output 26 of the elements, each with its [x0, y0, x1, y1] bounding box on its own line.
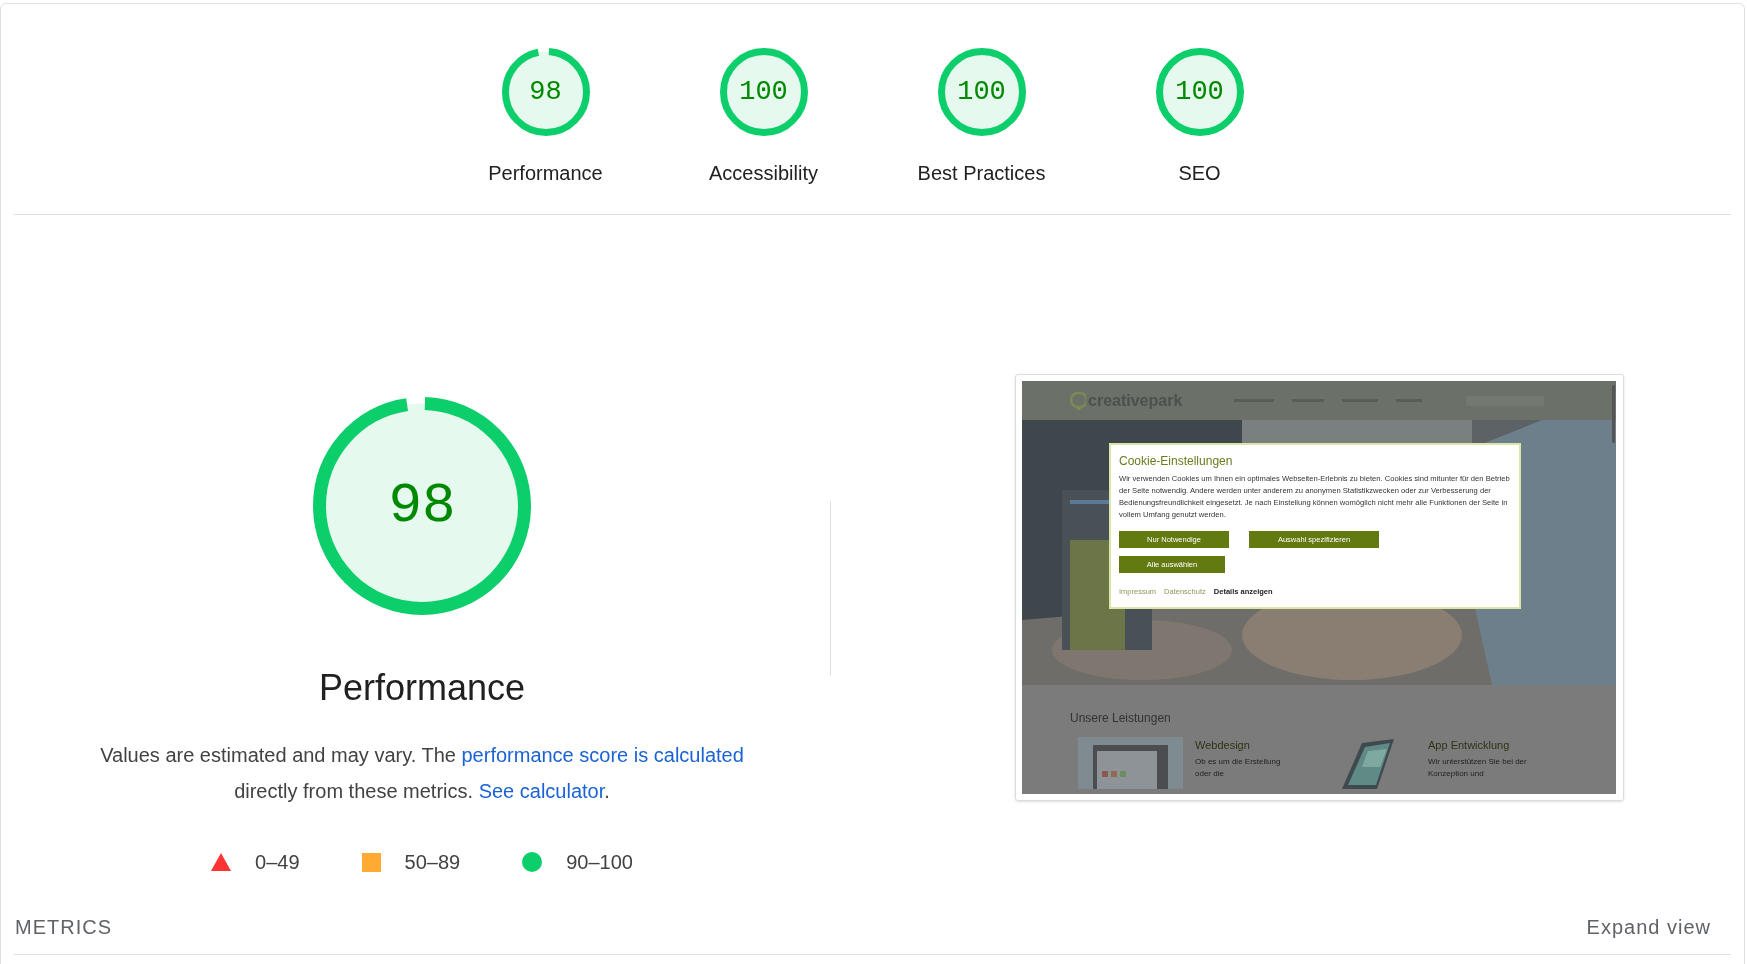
section-title: Performance: [318, 666, 526, 710]
legend-label: 90–100: [566, 850, 633, 875]
category-label[interactable]: Best Practices: [917, 158, 1046, 188]
expand-view-button[interactable]: Expand view: [1586, 911, 1711, 942]
score-value: 98: [529, 75, 562, 109]
category-label[interactable]: SEO: [1178, 158, 1221, 188]
score-value: 98: [388, 473, 456, 540]
category-label[interactable]: Accessibility: [709, 158, 818, 188]
service-title: App Entwicklung: [1428, 738, 1511, 753]
legend-label: 0–49: [255, 850, 300, 875]
service-text: Wir unterstützen Sie bei der Konzeption und: [1428, 755, 1528, 780]
category-label[interactable]: Performance: [488, 158, 603, 188]
score-value: 100: [739, 75, 788, 109]
scrollbar: [1612, 385, 1615, 443]
legend-label: 50–89: [404, 850, 461, 875]
score-link[interactable]: performance score is calculated: [461, 744, 744, 766]
score-value: 100: [1175, 75, 1224, 109]
logo-icon: [1070, 391, 1086, 410]
description-text: Values are estimated and may vary. The performance score is calculated directly from these metrics. See calculator.: [99, 743, 745, 804]
metrics-heading: METRICS: [15, 914, 112, 940]
service-text: Ob es um die Erstellung oder die: [1195, 755, 1282, 780]
dialog-title: Cookie-Einstellungen: [1119, 453, 1234, 470]
calculator-link[interactable]: See calculator: [478, 780, 605, 802]
services-heading: Unsere Leistungen: [1070, 710, 1172, 727]
service-title: Webdesign: [1195, 738, 1251, 753]
score-value: 100: [957, 75, 1006, 109]
